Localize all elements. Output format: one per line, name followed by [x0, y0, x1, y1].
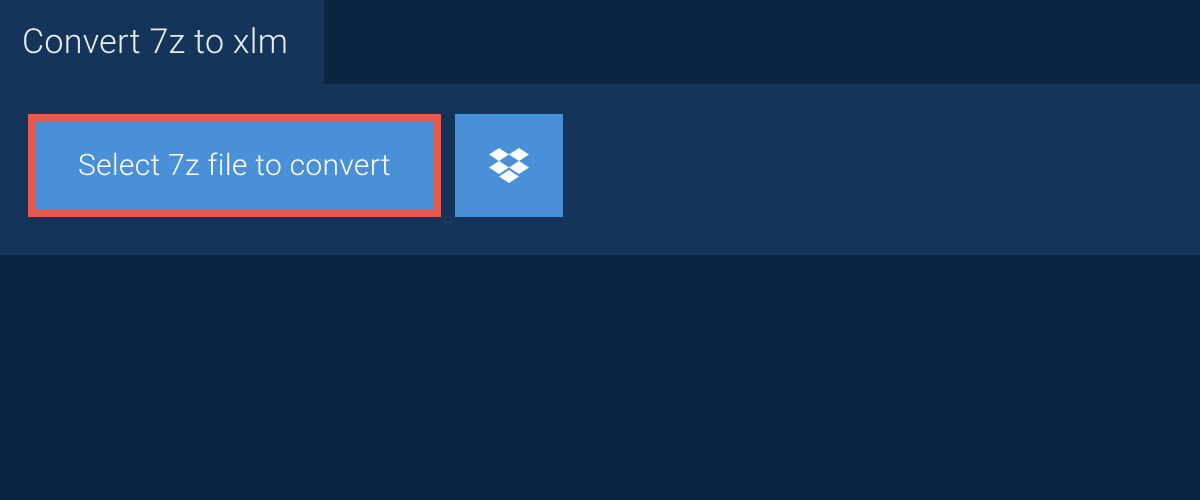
select-file-button[interactable]: Select 7z file to convert	[28, 114, 441, 217]
page-container: Convert 7z to xlm Select 7z file to conv…	[0, 0, 1200, 500]
dropbox-icon	[489, 148, 529, 184]
dropbox-button[interactable]	[455, 114, 563, 217]
page-title-tab: Convert 7z to xlm	[0, 0, 324, 84]
button-row: Select 7z file to convert	[28, 114, 1172, 217]
action-panel: Select 7z file to convert	[0, 84, 1200, 255]
select-file-label: Select 7z file to convert	[78, 148, 391, 183]
page-title: Convert 7z to xlm	[22, 22, 288, 62]
page-bottom	[0, 255, 1200, 455]
